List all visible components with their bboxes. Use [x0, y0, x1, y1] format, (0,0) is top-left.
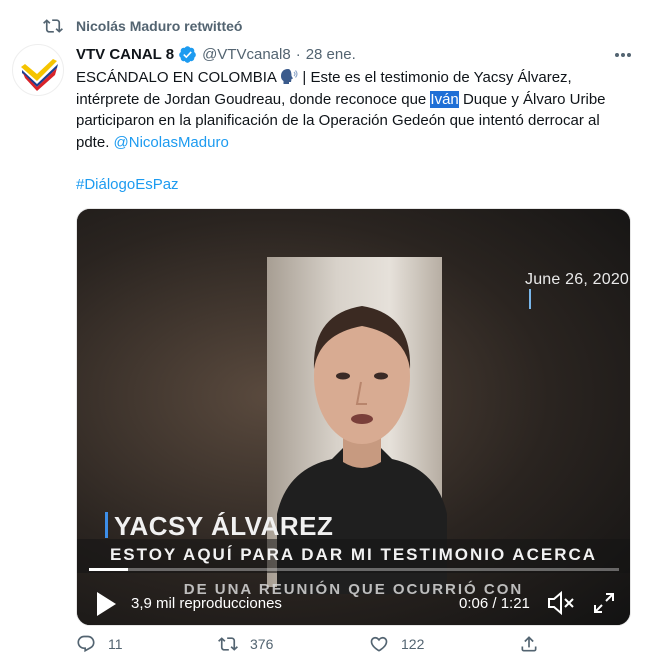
vtv-logo-icon [21, 59, 58, 91]
retweet-action-icon [218, 637, 238, 651]
like-count: 122 [401, 636, 425, 652]
reply-button[interactable]: 11 [76, 634, 123, 654]
subtitle-line-1: ESTOY AQUÍ PARA DAR MI TESTIMONIO ACERCA [109, 545, 598, 564]
reply-count: 11 [108, 636, 123, 652]
video-date-overlay: June 26, 2020 [525, 271, 630, 310]
video-controls: 3,9 mil reproducciones 0:06 / 1:21 [77, 587, 630, 625]
highlighted-text: Iván [430, 90, 459, 108]
heart-icon [370, 636, 388, 652]
hashtag-link[interactable]: #DiálogoEsPaz [76, 176, 179, 193]
view-count: 3,9 mil reproducciones [131, 595, 282, 612]
retweet-count: 376 [250, 636, 274, 652]
retweet-button[interactable]: 376 [218, 634, 273, 654]
share-button[interactable] [519, 634, 539, 654]
retweet-icon [43, 19, 63, 33]
tweet-text-part1: ESCÁNDALO EN COLOMBIA [76, 69, 281, 86]
video-progress-fill [89, 568, 129, 571]
video-name-overlay: YACSY ÁLVAREZ [105, 511, 333, 542]
name-accent-bar [105, 512, 108, 538]
video-player[interactable]: June 26, 2020 YACSY ÁLVAREZ ESTOY AQUÍ P… [76, 208, 631, 626]
date-accent-bar [529, 289, 531, 309]
more-dots-icon [615, 53, 631, 57]
retweet-label[interactable]: Nicolás Maduro retwitteó [76, 18, 242, 34]
tweet-timestamp[interactable]: 28 ene. [306, 46, 356, 63]
video-time: 0:06 / 1:21 [459, 595, 530, 612]
mute-icon[interactable] [547, 590, 575, 616]
author-name[interactable]: VTV CANAL 8 [76, 46, 174, 63]
retweet-context: Nicolás Maduro retwitteó [42, 16, 242, 36]
video-date-text: June 26, 2020 [525, 271, 630, 288]
more-options-button[interactable] [612, 44, 634, 66]
separator-dot: · [295, 46, 301, 63]
video-progress-bar[interactable] [89, 568, 619, 571]
speaking-head-emoji-icon [281, 69, 298, 84]
tweet-header: VTV CANAL 8 @VTVcanal8 · 28 ene. [76, 45, 356, 64]
tweet-text: ESCÁNDALO EN COLOMBIA | Este es el testi… [76, 67, 636, 196]
avatar[interactable] [12, 44, 64, 96]
verified-badge-icon [179, 46, 196, 63]
share-icon [521, 636, 537, 652]
author-handle[interactable]: @VTVcanal8 [202, 46, 291, 63]
play-icon[interactable] [95, 591, 117, 617]
fullscreen-icon[interactable] [592, 591, 616, 615]
like-button[interactable]: 122 [369, 634, 424, 654]
mention-link[interactable]: @NicolasMaduro [114, 134, 229, 151]
video-name-text: YACSY ÁLVAREZ [114, 511, 334, 541]
reply-icon [77, 635, 95, 653]
